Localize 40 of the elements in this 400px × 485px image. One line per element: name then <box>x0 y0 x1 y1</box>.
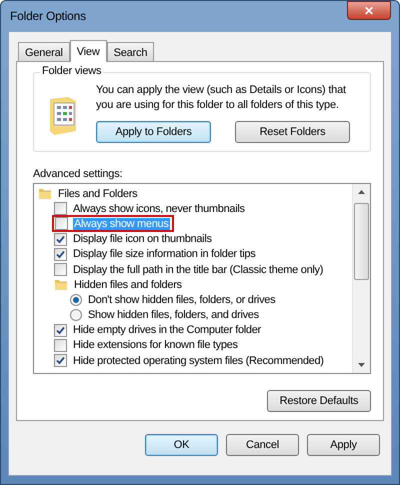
checkbox[interactable] <box>54 232 67 246</box>
list-item[interactable]: Display the full path in the title bar (Classic theme only) <box>72 264 324 276</box>
list-item[interactable]: Hide extensions for known file types <box>72 339 239 352</box>
dialog-button[interactable]: Apply <box>307 434 380 456</box>
checkbox[interactable] <box>54 248 67 261</box>
folder-icon <box>54 278 68 292</box>
window-title: Folder Options <box>9 9 86 23</box>
restore-defaults-button[interactable]: Restore Defaults <box>267 390 371 412</box>
list-item[interactable]: Hidden files and folders <box>73 278 183 291</box>
list-item[interactable]: Display file size information in folder tips <box>72 248 256 260</box>
tab[interactable]: Search <box>106 42 154 61</box>
radio-button[interactable] <box>70 309 82 322</box>
scroll-up-icon <box>358 190 365 194</box>
scroll-down-icon <box>358 363 365 367</box>
dialog-button[interactable]: Cancel <box>226 434 299 456</box>
radio-button[interactable] <box>70 294 82 306</box>
folder-icon <box>38 187 52 200</box>
list-item[interactable]: Hide protected operating system files (Recommended) <box>72 354 325 367</box>
list-item[interactable]: Files and Folders <box>57 188 138 200</box>
list-item[interactable]: Don't show hidden files, folders, or drives <box>87 294 276 306</box>
list-item[interactable]: Always show icons, never thumbnails <box>72 202 246 215</box>
scrollbar[interactable] <box>352 184 370 373</box>
folder-button[interactable]: Apply to Folders <box>96 121 211 143</box>
checkbox[interactable] <box>54 263 67 276</box>
tab[interactable]: General <box>18 42 70 61</box>
dialog-button[interactable]: OK <box>145 434 218 456</box>
group-title: Folder views <box>40 65 104 77</box>
section-label: Advanced settings: <box>33 168 124 180</box>
checkbox[interactable] <box>54 338 67 352</box>
checkbox[interactable] <box>54 324 67 337</box>
folder-view-icon <box>48 95 78 135</box>
list-item[interactable]: Display file icon on thumbnails <box>72 233 213 246</box>
description-text: You can apply the view (such as Details or Icons) that you are using for this folder to all folders of this type. <box>96 83 347 113</box>
list-item[interactable]: Hide empty drives in the Computer folder <box>72 324 262 336</box>
tab[interactable]: View <box>70 40 107 62</box>
folder-button[interactable]: Reset Folders <box>235 121 350 143</box>
checkbox[interactable] <box>54 354 67 368</box>
checkbox[interactable] <box>54 202 67 216</box>
list-item[interactable]: Show hidden files, folders, and drives <box>87 309 260 322</box>
checkbox[interactable] <box>55 217 68 230</box>
